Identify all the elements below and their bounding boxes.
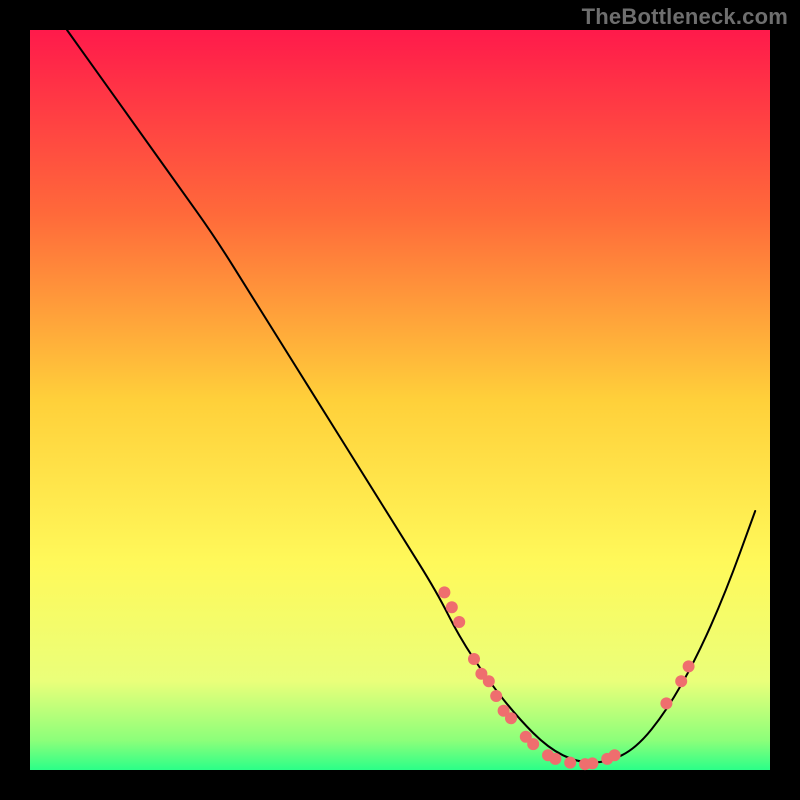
data-marker (490, 690, 502, 702)
data-marker (505, 712, 517, 724)
data-marker (586, 757, 598, 769)
data-marker (446, 601, 458, 613)
data-marker (527, 738, 539, 750)
data-marker (438, 586, 450, 598)
data-marker (609, 749, 621, 761)
data-marker (483, 675, 495, 687)
data-marker (660, 697, 672, 709)
bottleneck-chart (0, 0, 800, 800)
data-marker (453, 616, 465, 628)
data-marker (549, 753, 561, 765)
watermark-label: TheBottleneck.com (582, 4, 788, 30)
plot-background (30, 30, 770, 770)
data-marker (683, 660, 695, 672)
data-marker (468, 653, 480, 665)
chart-frame: TheBottleneck.com (0, 0, 800, 800)
data-marker (564, 757, 576, 769)
data-marker (675, 675, 687, 687)
